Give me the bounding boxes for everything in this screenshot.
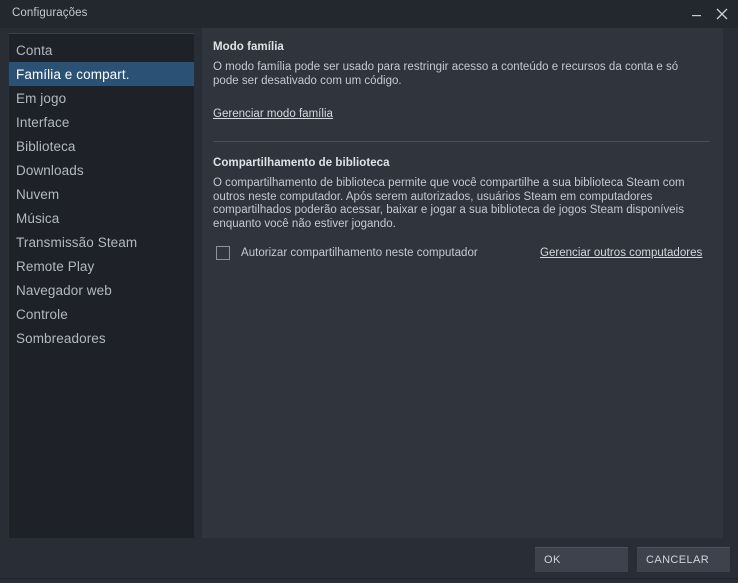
sidebar-item-transmissao-steam[interactable]: Transmissão Steam [9, 230, 194, 254]
settings-sidebar[interactable]: Conta Família e compart. Em jogo Interfa… [8, 33, 194, 538]
cancel-button[interactable]: CANCELAR [637, 547, 730, 572]
sidebar-item-label: Em jogo [16, 90, 67, 106]
sidebar-item-conta[interactable]: Conta [9, 38, 194, 62]
sidebar-item-label: Sombreadores [16, 330, 106, 346]
sidebar-item-label: Nuvem [16, 186, 60, 202]
manage-family-mode-link[interactable]: Gerenciar modo família [213, 108, 333, 120]
authorize-sharing-label: Autorizar compartilhamento neste computa… [241, 247, 478, 259]
minimize-icon[interactable] [688, 5, 704, 23]
sidebar-item-label: Conta [16, 42, 53, 58]
sidebar-item-interface[interactable]: Interface [9, 110, 194, 134]
library-sharing-title: Compartilhamento de biblioteca [213, 157, 390, 169]
sidebar-item-label: Biblioteca [16, 138, 76, 154]
sidebar-item-label: Remote Play [16, 258, 95, 274]
library-sharing-section: Compartilhamento de biblioteca O compart… [213, 157, 713, 231]
sidebar-item-label: Downloads [16, 162, 84, 178]
sidebar-item-sombreadores[interactable]: Sombreadores [9, 326, 194, 350]
family-mode-section: Modo família O modo família pode ser usa… [213, 41, 713, 122]
sidebar-item-nuvem[interactable]: Nuvem [9, 182, 194, 206]
library-sharing-description: O compartilhamento de biblioteca permite… [213, 177, 685, 230]
settings-content-panel: Modo família O modo família pode ser usa… [202, 28, 723, 538]
family-mode-title: Modo família [213, 41, 284, 53]
window-controls [688, 0, 730, 28]
settings-window: Configurações Conta Família e compart. E… [0, 0, 738, 583]
window-title: Configurações [12, 7, 88, 19]
manage-other-computers-link[interactable]: Gerenciar outros computadores [540, 247, 702, 259]
footer-separator [0, 578, 738, 579]
close-icon[interactable] [714, 5, 730, 23]
sidebar-item-label: Navegador web [16, 282, 112, 298]
sidebar-item-navegador-web[interactable]: Navegador web [9, 278, 194, 302]
sidebar-item-label: Transmissão Steam [16, 234, 138, 250]
sidebar-item-downloads[interactable]: Downloads [9, 158, 194, 182]
sidebar-item-remote-play[interactable]: Remote Play [9, 254, 194, 278]
ok-button[interactable]: OK [535, 547, 628, 572]
sidebar-item-label: Interface [16, 114, 70, 130]
titlebar: Configurações [0, 0, 738, 28]
sidebar-item-familia-e-compart[interactable]: Família e compart. [9, 62, 194, 86]
authorize-sharing-row: Autorizar compartilhamento neste computa… [213, 244, 713, 264]
sidebar-item-controle[interactable]: Controle [9, 302, 194, 326]
section-divider [213, 141, 710, 142]
sidebar-item-musica[interactable]: Música [9, 206, 194, 230]
sidebar-item-label: Controle [16, 306, 68, 322]
sidebar-item-biblioteca[interactable]: Biblioteca [9, 134, 194, 158]
sidebar-item-em-jogo[interactable]: Em jogo [9, 86, 194, 110]
sidebar-item-label: Música [16, 210, 60, 226]
sidebar-list: Conta Família e compart. Em jogo Interfa… [9, 38, 194, 350]
authorize-sharing-checkbox[interactable] [216, 246, 230, 260]
family-mode-description: O modo família pode ser usado para restr… [213, 61, 679, 87]
sidebar-item-label: Família e compart. [16, 66, 130, 82]
